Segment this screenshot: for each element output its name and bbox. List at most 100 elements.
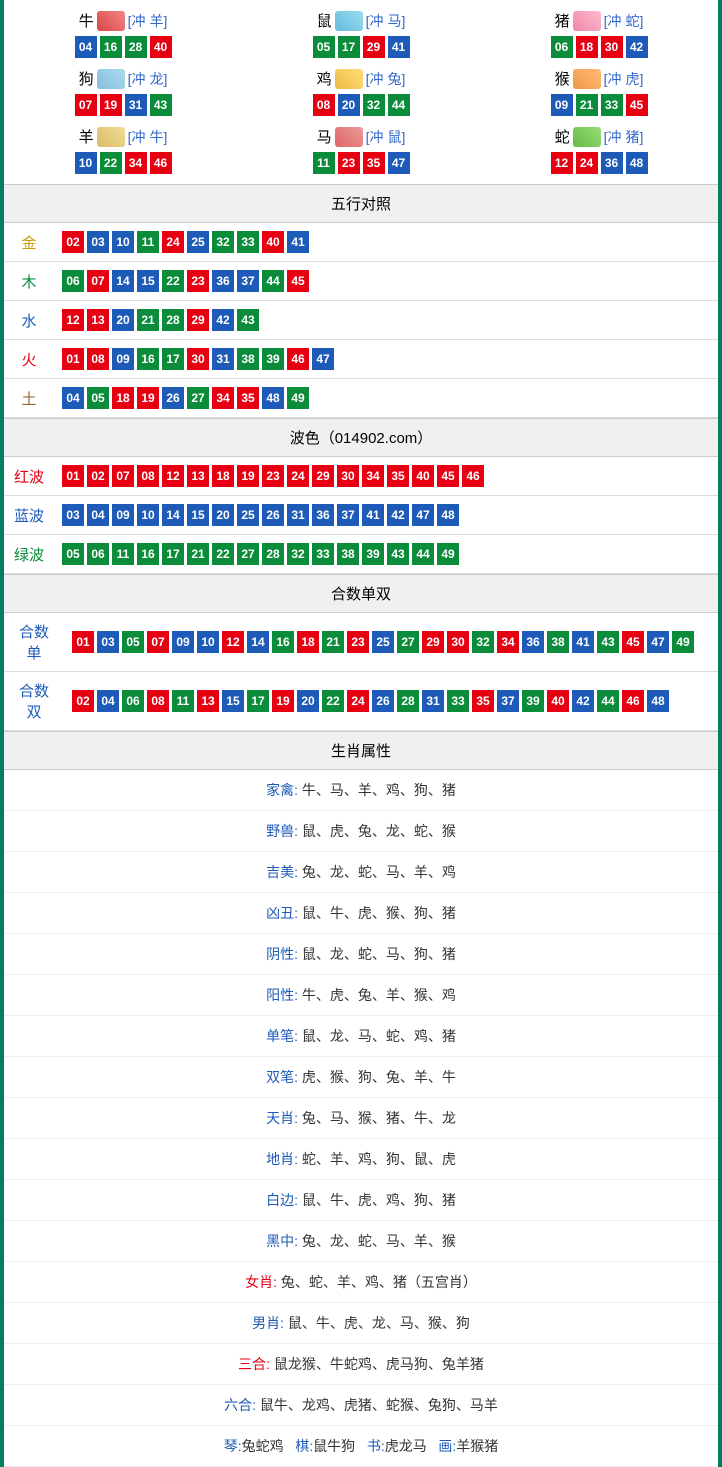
header-heshu: 合数单双 — [4, 574, 718, 613]
ball: 24 — [287, 465, 309, 487]
ball: 10 — [112, 231, 134, 253]
zodiac-icon — [97, 127, 125, 147]
footer-key: 画: — [438, 1438, 456, 1454]
attr-label: 男肖: — [252, 1315, 288, 1331]
ball: 04 — [75, 36, 97, 58]
ball: 09 — [112, 348, 134, 370]
row-label: 合数单 — [4, 613, 64, 672]
ball-row: 08203244 — [247, 94, 475, 116]
ball: 39 — [362, 543, 384, 565]
ball: 09 — [172, 631, 194, 653]
zodiac-title: 猴[冲 虎] — [485, 68, 713, 89]
attr-label: 地肖: — [266, 1151, 302, 1167]
ball: 31 — [287, 504, 309, 526]
row-balls: 0102070812131819232429303435404546 — [54, 457, 718, 496]
row-label: 火 — [4, 340, 54, 379]
ball: 11 — [172, 690, 194, 712]
ball: 48 — [262, 387, 284, 409]
ball: 12 — [222, 631, 244, 653]
attr-value: 兔、马、猴、猪、牛、龙 — [302, 1110, 456, 1126]
ball: 27 — [397, 631, 419, 653]
ball: 02 — [62, 231, 84, 253]
zodiac-icon — [97, 11, 125, 31]
ball: 33 — [312, 543, 334, 565]
ball: 45 — [622, 631, 644, 653]
table-row: 金02031011242532334041 — [4, 223, 718, 262]
ball: 37 — [497, 690, 519, 712]
zodiac-cell: 鸡[冲 兔]08203244 — [242, 63, 480, 121]
ball: 10 — [197, 631, 219, 653]
zodiac-cell: 猴[冲 虎] 09213345 — [480, 63, 718, 121]
zodiac-icon — [573, 127, 601, 147]
zodiac-title: 鼠[冲 马] — [247, 10, 475, 31]
table-row: 红波0102070812131819232429303435404546 — [4, 457, 718, 496]
ball: 23 — [262, 465, 284, 487]
footer-key: 棋: — [295, 1438, 313, 1454]
ball: 38 — [237, 348, 259, 370]
attr-row: 家禽: 牛、马、羊、鸡、狗、猪 — [4, 770, 718, 811]
ball: 32 — [287, 543, 309, 565]
ball: 34 — [497, 631, 519, 653]
ball: 41 — [388, 36, 410, 58]
ball: 39 — [262, 348, 284, 370]
attr-label: 女肖: — [245, 1274, 281, 1290]
ball: 41 — [572, 631, 594, 653]
ball: 01 — [62, 465, 84, 487]
ball: 32 — [472, 631, 494, 653]
attr-value: 兔、蛇、羊、鸡、猪（五宫肖） — [281, 1274, 477, 1290]
zodiac-clash: [冲 龙] — [128, 69, 168, 89]
attr-label: 阳性: — [266, 987, 302, 1003]
zodiac-cell: 猪[冲 蛇]06183042 — [480, 5, 718, 63]
ball: 26 — [372, 690, 394, 712]
ball-row: 11233547 — [247, 152, 475, 174]
ball: 35 — [387, 465, 409, 487]
ball: 20 — [212, 504, 234, 526]
ball: 36 — [522, 631, 544, 653]
attr-row: 单笔: 鼠、龙、马、蛇、鸡、猪 — [4, 1016, 718, 1057]
ball: 40 — [547, 690, 569, 712]
row-label: 红波 — [4, 457, 54, 496]
ball: 26 — [262, 504, 284, 526]
ball: 40 — [150, 36, 172, 58]
ball: 18 — [576, 36, 598, 58]
zodiac-grid: 牛[冲 羊]04162840鼠[冲 马]05172941猪[冲 蛇]061830… — [4, 0, 718, 184]
attr-row: 阳性: 牛、虎、兔、羊、猴、鸡 — [4, 975, 718, 1016]
footer-val: 兔蛇鸡 — [242, 1438, 284, 1454]
ball: 41 — [287, 231, 309, 253]
ball: 40 — [262, 231, 284, 253]
attr-value: 蛇、羊、鸡、狗、鼠、虎 — [302, 1151, 456, 1167]
zodiac-clash: [冲 鼠] — [366, 127, 406, 147]
ball: 42 — [212, 309, 234, 331]
table-row: 蓝波03040910141520252631363741424748 — [4, 496, 718, 535]
zodiac-name: 猪 — [555, 10, 570, 31]
ball: 24 — [162, 231, 184, 253]
ball: 43 — [597, 631, 619, 653]
ball: 43 — [237, 309, 259, 331]
attr-row: 吉美: 兔、龙、蛇、马、羊、鸡 — [4, 852, 718, 893]
ball: 29 — [312, 465, 334, 487]
ball: 18 — [297, 631, 319, 653]
ball: 38 — [337, 543, 359, 565]
ball: 15 — [222, 690, 244, 712]
footer-key: 书: — [367, 1438, 385, 1454]
ball: 22 — [162, 270, 184, 292]
zodiac-name: 羊 — [79, 126, 94, 147]
ball: 35 — [237, 387, 259, 409]
row-balls: 04051819262734354849 — [54, 379, 718, 418]
footer-val: 羊猴猪 — [456, 1438, 498, 1454]
attr-row: 六合: 鼠牛、龙鸡、虎猪、蛇猴、兔狗、马羊 — [4, 1385, 718, 1426]
attr-label: 六合: — [224, 1397, 260, 1413]
ball: 11 — [112, 543, 134, 565]
ball: 14 — [162, 504, 184, 526]
ball: 15 — [187, 504, 209, 526]
row-label: 木 — [4, 262, 54, 301]
ball: 12 — [162, 465, 184, 487]
attr-label: 家禽: — [266, 782, 302, 798]
ball: 22 — [322, 690, 344, 712]
ball: 24 — [347, 690, 369, 712]
row-label: 蓝波 — [4, 496, 54, 535]
attr-row: 野兽: 鼠、虎、兔、龙、蛇、猴 — [4, 811, 718, 852]
ball-row: 09213345 — [485, 94, 713, 116]
row-balls: 0108091617303138394647 — [54, 340, 718, 379]
zodiac-icon — [97, 69, 125, 89]
